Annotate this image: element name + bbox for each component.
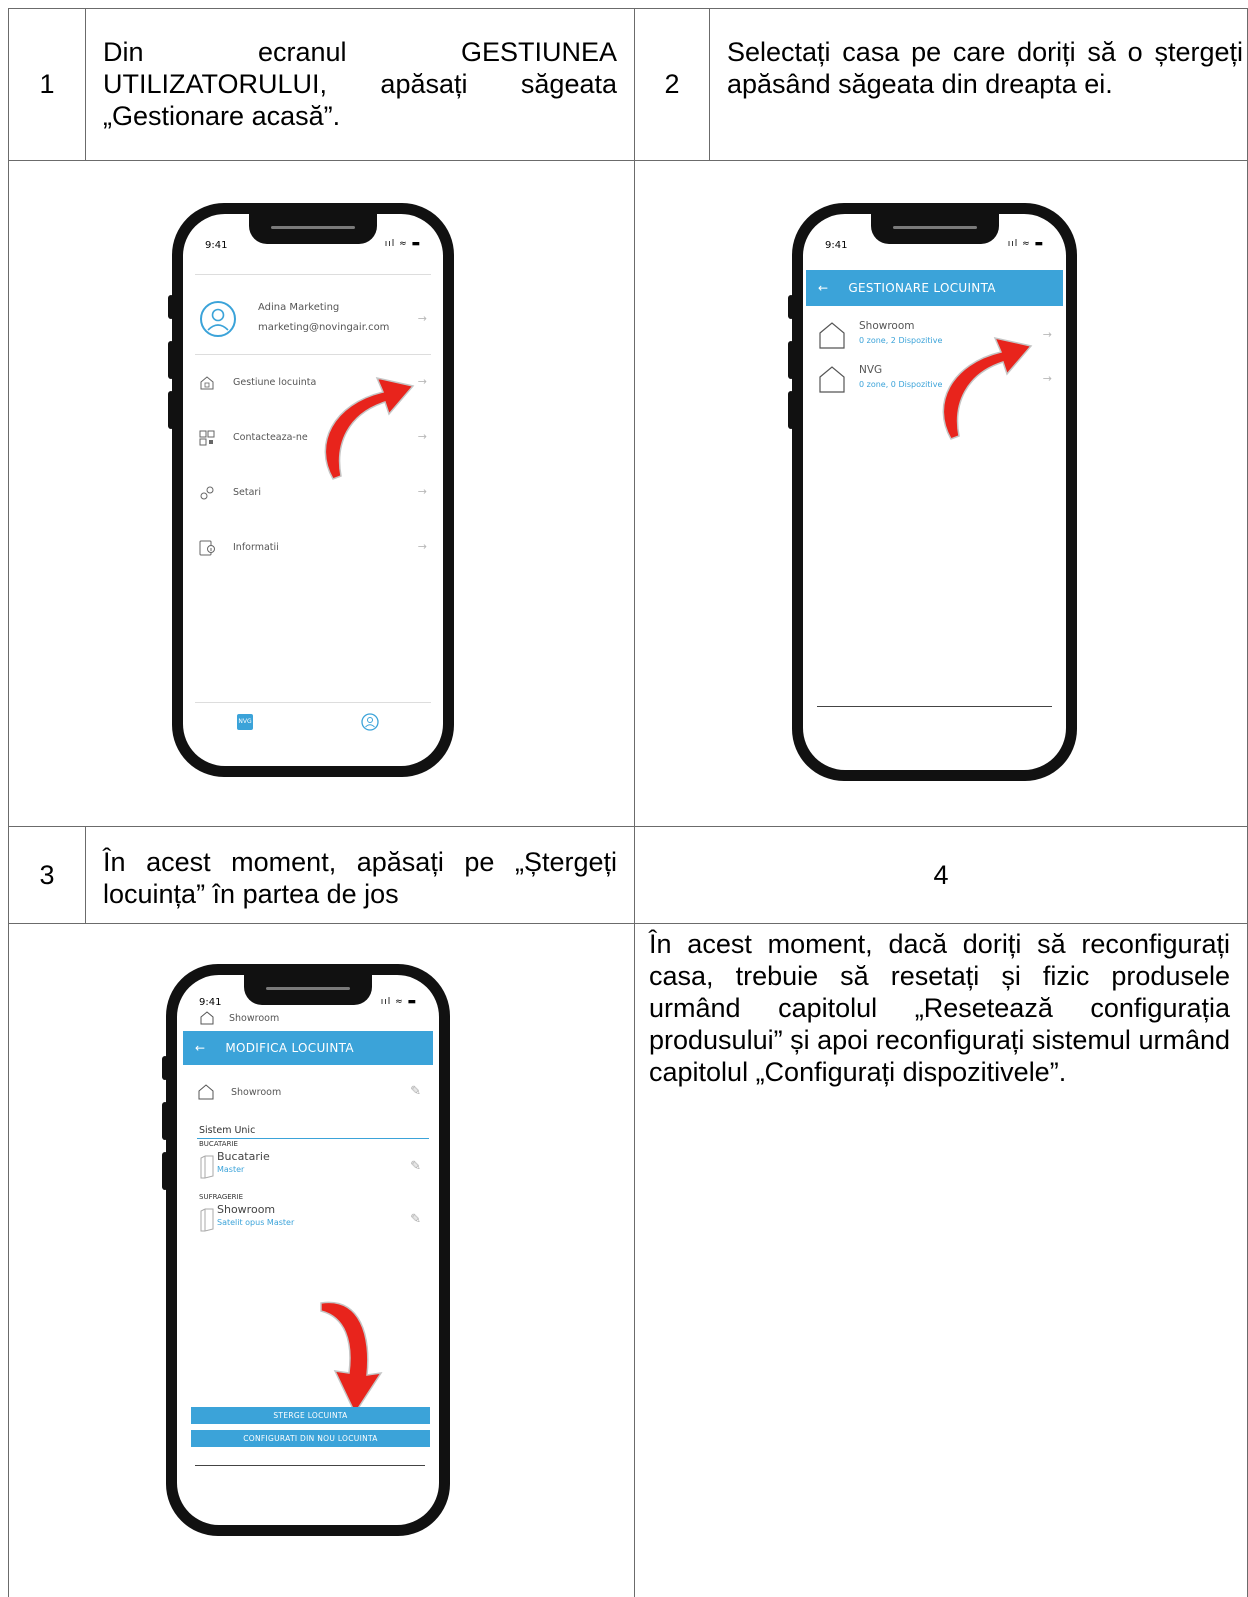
nav-nvg-tab[interactable]: NVG: [237, 714, 253, 730]
step-3-text-cell: În acest moment, apăsați pe „Ștergeți lo…: [85, 826, 635, 924]
phone-2-screen: 9:41 ııl ≈ ▬ ← GESTIONARE LOCUINTA Showr…: [803, 214, 1066, 770]
device-name: Showroom: [217, 1203, 276, 1216]
device-name: Bucatarie: [217, 1150, 270, 1163]
delete-home-button[interactable]: STERGE LOCUINTA: [191, 1407, 430, 1424]
header-bar: ← MODIFICA LOCUINTA: [183, 1031, 433, 1065]
phone-notch: [244, 975, 372, 1005]
step-2-text: Selectați casa pe care doriți să o șterg…: [727, 37, 1243, 99]
info-icon: [199, 540, 215, 556]
menu-item-label: Informatii: [233, 542, 279, 553]
status-time: 9:41: [205, 240, 228, 251]
red-arrow-icon: [942, 336, 1033, 440]
phone-3-screen: 9:41 ııl ≈ ▬ Showroom ← MODIFICA LOCUINT…: [177, 975, 439, 1525]
showroom-arrow-icon[interactable]: →: [1043, 328, 1052, 341]
gears-icon: [200, 486, 214, 500]
menu-item-setari[interactable]: Setari →: [199, 482, 427, 506]
setari-arrow-icon[interactable]: →: [418, 485, 427, 498]
system-label: Sistem Unic: [199, 1125, 256, 1136]
device-icon: [200, 1155, 214, 1179]
edit-pencil-icon[interactable]: ✎: [410, 1083, 421, 1099]
room-label: SUFRAGERIE: [199, 1193, 244, 1201]
status-icons: ııl ≈ ▬: [1007, 239, 1044, 249]
step-3-number-cell: 3: [8, 826, 86, 924]
step-4-number: 4: [933, 859, 949, 890]
house-icon: [200, 1011, 214, 1025]
room-label: BUCATARIE: [199, 1140, 238, 1148]
step-2-number-cell: 2: [634, 8, 710, 161]
nav-user-icon[interactable]: [361, 713, 379, 731]
phone-mockup-3: 9:41 ııl ≈ ▬ Showroom ← MODIFICA LOCUINT…: [162, 964, 450, 1536]
status-icons: ııl ≈ ▬: [384, 239, 421, 249]
device-icon: [200, 1208, 214, 1232]
step-3-number: 3: [39, 859, 55, 890]
step-4-text: În acest moment, dacă doriți să reconfig…: [649, 929, 1230, 1087]
step-1-text: Din ecranul GESTIUNEA UTILIZATORULUI, ap…: [103, 37, 617, 131]
step-1-text-cell: Din ecranul GESTIUNEA UTILIZATORULUI, ap…: [85, 8, 635, 161]
step-1-number: 1: [39, 69, 55, 99]
status-time: 9:41: [825, 240, 848, 251]
top-home-label: Showroom: [229, 1013, 280, 1024]
step-1-image-cell: 9:41 ııl ≈ ▬ Adina Marketing marketing@n…: [8, 160, 635, 827]
phone-mockup-2: 9:41 ııl ≈ ▬ ← GESTIONARE LOCUINTA Showr…: [788, 203, 1077, 781]
menu-item-label: Setari: [233, 487, 261, 498]
status-icons: ııl ≈ ▬: [380, 997, 417, 1007]
step-3-text: În acest moment, apăsați pe „Ștergeți lo…: [103, 847, 617, 909]
device-row[interactable]: Bucatarie Master ✎: [199, 1150, 421, 1184]
menu-item-label: Contacteaza-ne: [233, 432, 308, 443]
profile-email: marketing@novingair.com: [258, 322, 390, 333]
house-icon: [198, 1084, 214, 1100]
header-title: MODIFICA LOCUINTA: [225, 1041, 354, 1055]
phone-mockup-1: 9:41 ııl ≈ ▬ Adina Marketing marketing@n…: [168, 203, 454, 777]
home-name-row[interactable]: Showroom ✎: [197, 1083, 421, 1103]
header-bar: ← GESTIONARE LOCUINTA: [806, 270, 1063, 306]
user-circle-icon: [200, 301, 236, 337]
step-4-number-cell: 4: [634, 826, 1248, 924]
profile-name: Adina Marketing: [258, 302, 340, 313]
back-arrow-icon[interactable]: ←: [818, 281, 828, 295]
edit-pencil-icon[interactable]: ✎: [410, 1158, 421, 1174]
header-title: GESTIONARE LOCUINTA: [848, 281, 996, 295]
status-time: 9:41: [199, 997, 222, 1008]
back-arrow-icon[interactable]: ←: [195, 1041, 205, 1055]
menu-item-label: Gestiune locuinta: [233, 377, 317, 388]
home-name: Showroom: [859, 320, 915, 332]
house-icon: [200, 376, 214, 390]
device-row[interactable]: Showroom Satelit opus Master ✎: [199, 1203, 421, 1237]
home-name: NVG: [859, 364, 883, 376]
house-icon: [819, 322, 845, 349]
step-4-text-cell: În acest moment, dacă doriți să reconfig…: [634, 923, 1248, 1597]
step-2-image-cell: 9:41 ııl ≈ ▬ ← GESTIONARE LOCUINTA Showr…: [634, 160, 1248, 827]
profile-arrow-icon[interactable]: →: [418, 312, 427, 325]
menu-item-informatii[interactable]: Informatii →: [199, 537, 427, 561]
step-2-text-cell: Selectați casa pe care doriți să o șterg…: [709, 8, 1248, 161]
step-2-number: 2: [664, 69, 680, 99]
reconfigure-home-button[interactable]: CONFIGURATI DIN NOU LOCUINTA: [191, 1430, 430, 1447]
phone-notch: [870, 214, 999, 244]
profile-row[interactable]: Adina Marketing marketing@novingair.com …: [199, 294, 427, 346]
nvg-arrow-icon[interactable]: →: [1043, 372, 1052, 385]
informatii-arrow-icon[interactable]: →: [418, 540, 427, 553]
house-icon: [819, 366, 845, 393]
edit-pencil-icon[interactable]: ✎: [410, 1211, 421, 1227]
home-name: Showroom: [231, 1087, 282, 1098]
qr-icon: [199, 430, 215, 446]
home-sub: 0 zone, 2 Dispozitive: [859, 336, 943, 345]
phone-notch: [249, 214, 377, 244]
phone-1-screen: 9:41 ııl ≈ ▬ Adina Marketing marketing@n…: [183, 214, 443, 766]
device-role: Master: [217, 1165, 245, 1174]
step-1-number-cell: 1: [8, 8, 86, 161]
reconfigure-home-label: CONFIGURATI DIN NOU LOCUINTA: [243, 1434, 378, 1443]
red-arrow-down-icon: [320, 1301, 383, 1415]
red-arrow-icon: [324, 376, 415, 480]
device-role: Satelit opus Master: [217, 1218, 295, 1227]
step-3-image-cell: 9:41 ııl ≈ ▬ Showroom ← MODIFICA LOCUINT…: [8, 923, 635, 1597]
delete-home-label: STERGE LOCUINTA: [273, 1411, 348, 1420]
